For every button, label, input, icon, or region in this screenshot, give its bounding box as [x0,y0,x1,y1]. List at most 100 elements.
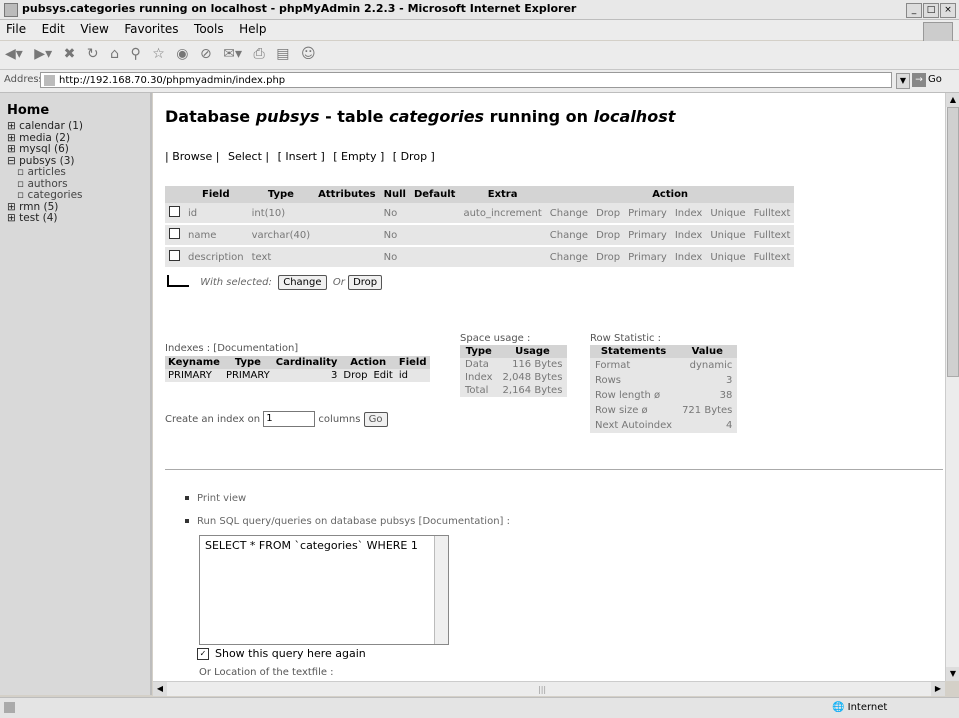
action-primary[interactable]: Primary [624,246,671,269]
scroll-right-icon[interactable]: ▶ [931,682,945,696]
sql-query-textarea[interactable]: SELECT * FROM `categories` WHERE 1 [199,535,449,645]
action-unique[interactable]: Unique [706,224,750,247]
action-unique[interactable]: Unique [706,246,750,269]
menu-help[interactable]: Help [233,20,272,38]
action-fulltext[interactable]: Fulltext [749,246,795,269]
tab-empty[interactable]: [ Empty ] [333,150,384,163]
index-edit-link[interactable]: Edit [370,369,396,382]
tab-drop[interactable]: [ Drop ] [393,150,435,163]
address-dropdown-button[interactable]: ▼ [896,73,910,89]
main-frame: Database pubsys - table categories runni… [153,93,945,681]
col-value: Value [677,345,738,358]
print-icon[interactable]: ⎙ [254,46,265,62]
menu-tools[interactable]: Tools [188,20,230,38]
mail-icon[interactable]: ✉▾ [223,46,242,62]
menu-view[interactable]: View [74,20,114,38]
stat-statement: Row length ø [590,388,678,403]
scroll-left-icon[interactable]: ◀ [153,682,167,696]
field-default [409,246,460,269]
field-name: description [184,246,248,269]
action-change[interactable]: Change [545,203,593,225]
horizontal-scrollbar[interactable]: ◀ ||| ▶ [153,681,945,696]
messenger-icon[interactable]: ☺ [301,46,316,62]
database-sidebar: Home ⊞ calendar (1) ⊞ media (2) ⊞ mysql … [0,93,152,695]
with-selected-bar: With selected: Change Or Drop [167,275,383,290]
stop-icon[interactable]: ✖ [64,46,76,62]
menu-favorites[interactable]: Favorites [118,20,184,38]
bottom-links: Print view Run SQL query/queries on data… [185,493,510,539]
vertical-scrollbar[interactable]: ▲ ▼ [945,93,959,681]
tab-select[interactable]: Select | [228,150,269,163]
create-index-label: Create an index on [165,414,261,425]
create-index-go-button[interactable]: Go [363,412,388,427]
address-input[interactable]: http://192.168.70.30/phpmyadmin/index.ph… [40,72,892,88]
close-button[interactable]: × [940,3,956,18]
action-drop[interactable]: Drop [592,203,625,225]
action-drop[interactable]: Drop [592,246,625,269]
action-index[interactable]: Index [670,224,707,247]
home-link[interactable]: Home [7,103,49,118]
menu-edit[interactable]: Edit [36,20,71,38]
action-fulltext[interactable]: Fulltext [749,203,795,225]
scroll-down-icon[interactable]: ▼ [946,667,959,681]
col-attributes: Attributes [314,186,380,203]
change-selected-button[interactable]: Change [278,275,327,290]
media-icon[interactable]: ◉ [176,46,188,62]
show-query-checkbox[interactable]: ✓ [197,648,209,660]
scroll-thumb[interactable] [947,107,959,377]
status-bar: 🌐 Internet [0,697,959,718]
action-change[interactable]: Change [545,224,593,247]
field-type: text [247,246,315,269]
stat-statement: Rows [590,373,678,388]
back-icon[interactable]: ◀▾ [5,46,23,62]
space-type: Data [460,358,498,371]
action-unique[interactable]: Unique [706,203,750,225]
action-index[interactable]: Index [670,246,707,269]
field-null: No [379,224,410,247]
action-index[interactable]: Index [670,203,707,225]
go-arrow-icon: → [912,73,926,87]
tab-insert[interactable]: [ Insert ] [278,150,325,163]
row-checkbox[interactable] [169,250,180,261]
stat-value: 38 [677,388,738,403]
address-bar: Address http://192.168.70.30/phpmyadmin/… [0,70,959,93]
edit-icon[interactable]: ▤ [276,46,289,62]
search-icon[interactable]: ⚲ [130,46,140,62]
ie-page-icon [4,3,18,17]
page-icon [44,75,55,86]
print-view-link[interactable]: Print view [197,493,246,504]
action-fulltext[interactable]: Fulltext [749,224,795,247]
minimize-button[interactable]: _ [906,3,922,18]
maximize-button[interactable]: □ [923,3,939,18]
forward-icon[interactable]: ▶▾ [34,46,52,62]
refresh-icon[interactable]: ↻ [87,46,99,62]
action-change[interactable]: Change [545,246,593,269]
drop-selected-button[interactable]: Drop [348,275,383,290]
space-type: Index [460,371,498,384]
textarea-scrollbar[interactable] [434,536,448,644]
address-label: Address [4,74,44,85]
space-type: Total [460,384,498,397]
favorites-icon[interactable]: ☆ [152,46,165,62]
tab-browse[interactable]: | Browse | [165,150,219,163]
stat-statement: Next Autoindex [590,418,678,433]
db-item[interactable]: ⊞ test (4) [7,212,83,225]
action-primary[interactable]: Primary [624,203,671,225]
go-button[interactable]: → Go [912,72,954,88]
history-icon[interactable]: ⊘ [200,46,212,62]
stat-value: 4 [677,418,738,433]
index-columns-input[interactable]: 1 [263,411,316,427]
action-drop[interactable]: Drop [592,224,625,247]
table-row: Total 2,164 Bytes [460,384,568,397]
with-selected-label: With selected: [200,277,272,288]
action-primary[interactable]: Primary [624,224,671,247]
row-checkbox[interactable] [169,228,180,239]
home-icon[interactable]: ⌂ [110,46,119,62]
field-attributes [314,203,380,225]
bullet-icon [185,519,189,523]
scroll-up-icon[interactable]: ▲ [946,93,959,107]
row-checkbox[interactable] [169,206,180,217]
menu-file[interactable]: File [0,20,32,38]
index-drop-link[interactable]: Drop [340,369,371,382]
arrow-up-icon [167,275,189,287]
